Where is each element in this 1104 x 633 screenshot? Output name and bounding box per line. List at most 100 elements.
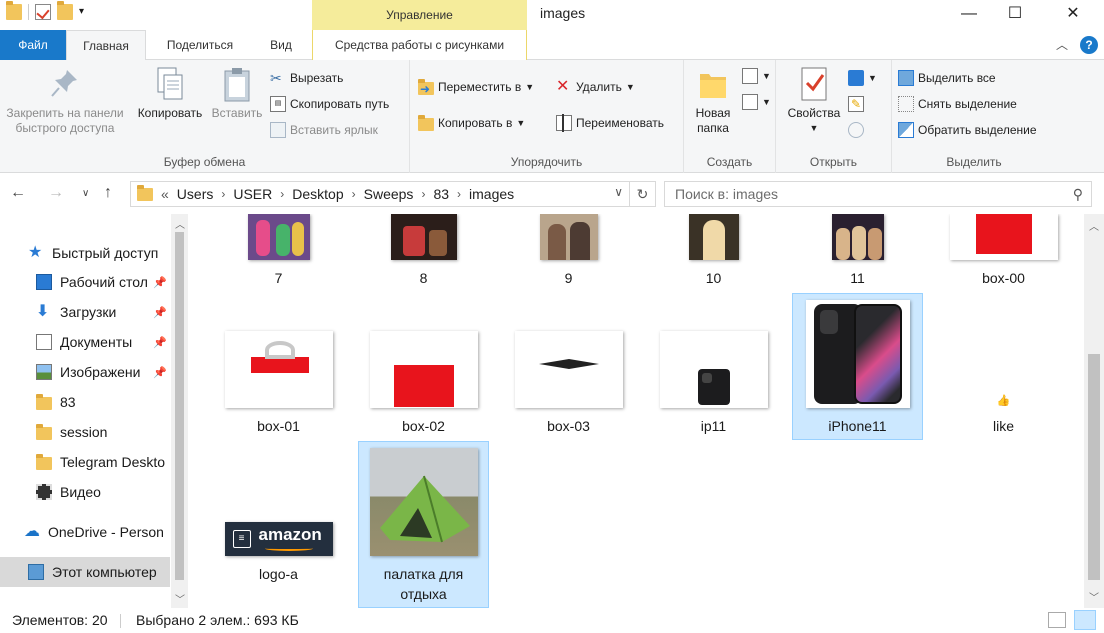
pin-quick-access-button[interactable]: Закрепить на панели быстрого доступа [2,66,128,136]
breadcrumb-83[interactable]: 83 [433,186,449,202]
scroll-up-icon[interactable]: ︿ [175,216,185,231]
properties-button[interactable]: Свойства ▼ [782,66,846,136]
open-button[interactable]: ▼ [848,68,877,88]
recent-locations-icon[interactable]: ∨ [82,188,89,199]
close-button[interactable]: ✕ [1050,0,1096,30]
easy-access-button[interactable]: ▼ [742,92,771,112]
minimize-button[interactable]: — [946,0,992,30]
help-icon[interactable]: ? [1080,36,1098,54]
scroll-up-icon[interactable]: ︿ [1089,218,1099,233]
sidebar-item-downloads[interactable]: ⬇ Загрузки [36,297,116,327]
refresh-icon[interactable]: ↻ [629,182,655,206]
chevron-right-icon[interactable]: › [421,187,425,201]
photo-thumbnail [514,331,623,408]
new-item-button[interactable]: ▼ [742,66,771,86]
document-icon [36,334,52,350]
edit-button[interactable]: ✎ [848,94,864,114]
sidebar-item-telegram[interactable]: Telegram Deskto [36,447,165,477]
chevron-down-icon: ▼ [516,118,526,128]
sidebar-item-onedrive[interactable]: ☁ OneDrive - Person [24,517,164,547]
like-thumbnail: 👍 [995,394,1012,408]
file-item[interactable]: 8 [358,214,489,292]
sidebar-item-session[interactable]: session [36,417,107,447]
window-title: images [540,5,586,21]
file-name: box-03 [547,418,590,434]
file-item[interactable]: box-00 [938,214,1069,292]
breadcrumb-overflow[interactable]: « [161,186,169,202]
breadcrumb-sweeps[interactable]: Sweeps [364,186,414,202]
sidebar-item-desktop[interactable]: Рабочий стол [36,267,148,297]
chevron-right-icon[interactable]: › [457,187,461,201]
sidebar-scroll-thumb[interactable] [175,232,184,580]
file-item[interactable]: ip11 [648,294,779,444]
sidebar-item-videos[interactable]: Видео [36,477,101,507]
chevron-down-icon[interactable]: ▾ [79,4,95,20]
large-icons-view-icon[interactable] [1074,610,1096,630]
address-bar[interactable]: « Users › USER › Desktop › Sweeps › 83 ›… [130,181,656,207]
back-arrow-icon[interactable]: ← [10,184,26,202]
breadcrumb-images[interactable]: images [469,186,514,202]
file-item[interactable]: 9 [503,214,634,292]
properties-icon[interactable] [35,4,51,20]
chevron-down-icon[interactable]: ∨ [614,185,623,199]
navigation-pane: ★ Быстрый доступ Рабочий стол 📌 ⬇ Загруз… [0,214,188,608]
scroll-down-icon[interactable]: ﹀ [175,591,185,606]
chevron-right-icon[interactable]: › [221,187,225,201]
file-item[interactable]: box-03 [503,294,634,444]
search-placeholder: Поиск в: images [675,186,779,202]
copy-to-button[interactable]: Копировать в ▼ [418,113,525,133]
chevron-right-icon[interactable]: › [352,187,356,201]
file-item[interactable]: 7 [213,214,344,292]
up-arrow-icon[interactable]: ↑ [104,184,112,202]
file-item-selected[interactable]: палатка для отдыха [358,441,489,608]
maximize-button[interactable]: ☐ [992,0,1038,30]
paste-button[interactable]: Вставить [208,66,266,121]
sidebar-item-documents[interactable]: Документы [36,327,132,357]
file-item-selected[interactable]: iPhone11 [792,293,923,440]
sidebar-item-quick-access[interactable]: ★ Быстрый доступ [28,238,158,268]
copy-path-button[interactable]: ▤ Скопировать путь [270,94,389,114]
tab-file[interactable]: Файл [0,30,66,60]
move-to-button[interactable]: ➜ Переместить в ▼ [418,77,534,97]
tab-view[interactable]: Вид [256,30,306,60]
tab-picture-tools[interactable]: Средства работы с рисунками [312,30,527,60]
file-item[interactable]: 10 [648,214,779,292]
forward-arrow-icon[interactable]: → [48,184,64,202]
scroll-down-icon[interactable]: ﹀ [1089,589,1099,604]
paste-shortcut-button[interactable]: Вставить ярлык [270,120,378,140]
select-none-button[interactable]: Снять выделение [898,94,1017,114]
breadcrumb-users[interactable]: Users [177,186,214,202]
file-name: box-00 [982,270,1025,286]
sidebar-scrollbar[interactable]: ︿ ﹀ [171,214,188,608]
sidebar-item-this-pc[interactable]: Этот компьютер [0,557,170,587]
breadcrumb-desktop[interactable]: Desktop [292,186,343,202]
content-scrollbar[interactable]: ︿ ﹀ [1084,214,1104,608]
select-group-label: Выделить [946,155,1002,169]
copy-button[interactable]: Копировать [134,66,206,121]
new-folder-button[interactable]: Новая папка [688,66,738,136]
search-input[interactable]: Поиск в: images ⚲ [664,181,1092,207]
history-button[interactable] [848,120,864,140]
select-all-button[interactable]: Выделить все [898,68,996,88]
invert-selection-button[interactable]: Обратить выделение [898,120,1037,140]
cut-button[interactable]: ✂ Вырезать [270,68,343,88]
rename-button[interactable]: Переименовать [556,113,664,133]
tab-share[interactable]: Поделиться [150,30,250,60]
sidebar-item-pictures[interactable]: Изображени [36,357,140,387]
file-item[interactable]: 11 [792,214,923,292]
collapse-ribbon-icon[interactable]: ︿ [1056,36,1068,53]
file-item[interactable]: box-02 [358,294,489,444]
delete-button[interactable]: ✕ Удалить ▼ [556,77,635,97]
file-item[interactable]: ≡ amazon logo-a [213,442,344,592]
chevron-right-icon[interactable]: › [280,187,284,201]
tab-home[interactable]: Главная [66,30,146,61]
sidebar-item-83[interactable]: 83 [36,387,76,417]
new-folder-icon[interactable] [57,1,73,20]
file-item[interactable]: box-01 [213,294,344,444]
content-scroll-thumb[interactable] [1088,354,1100,580]
file-item[interactable]: 👍 like [938,294,1069,444]
details-view-icon[interactable] [1048,612,1066,628]
breadcrumb-user[interactable]: USER [233,186,272,202]
pin-icon: 📌 [153,307,167,319]
navigation-bar: ← → ∨ ↑ « Users › USER › Desktop › Sweep… [0,174,1104,214]
